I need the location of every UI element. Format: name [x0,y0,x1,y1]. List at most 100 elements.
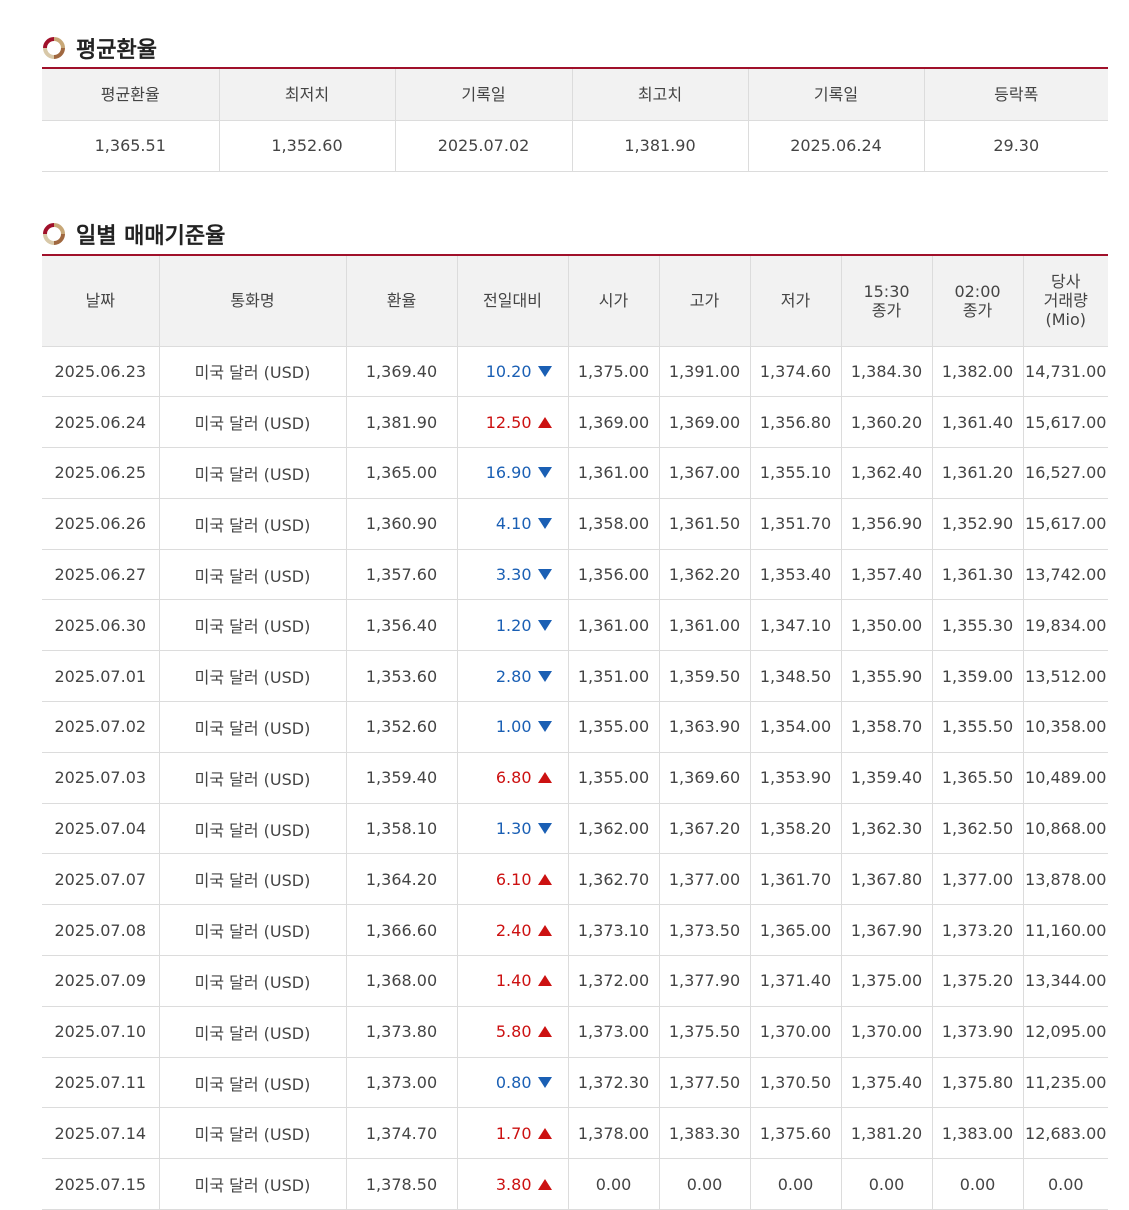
currency-cell: 미국 달러 (USD) [158,803,346,855]
table-row: 2025.07.09 미국 달러 (USD) 1,368.00 1.40 1,372.0… [42,955,1108,1007]
rate-cell: 1,364.20 [345,853,457,906]
daily-column-header: 통화명 [158,254,346,347]
change-cell: 3.30 [456,549,568,601]
low-cell: 1,374.60 [749,346,841,398]
section-bullet-icon [42,222,66,246]
currency-cell: 미국 달러 (USD) [158,853,346,906]
currency-cell: 미국 달러 (USD) [158,599,346,652]
daily-column-header: 시가 [567,254,659,347]
change-value: 1.40 [496,971,552,990]
change-value: 1.30 [496,819,552,838]
rate-cell: 1,368.00 [345,955,457,1007]
close0200-cell: 1,359.00 [931,650,1023,703]
low-cell: 1,370.50 [749,1057,841,1109]
close0200-cell: 1,352.90 [931,498,1023,550]
avg-value-cell: 1,381.90 [571,120,748,172]
date-cell: 2025.06.25 [42,447,159,499]
rate-cell: 1,373.00 [345,1057,457,1109]
change-cell: 4.10 [456,498,568,550]
low-cell: 1,375.60 [749,1107,841,1160]
close1530-cell: 0.00 [840,1158,932,1210]
open-cell: 1,372.30 [567,1057,659,1109]
change-cell: 6.80 [456,752,568,804]
date-cell: 2025.06.24 [42,396,159,449]
currency-cell: 미국 달러 (USD) [158,904,346,957]
date-cell: 2025.06.26 [42,498,159,550]
up-arrow-icon [537,1127,552,1139]
change-cell: 12.50 [456,396,568,449]
down-arrow-icon [537,721,552,733]
average-section-title: 평균환율 [42,32,157,64]
change-cell: 1.30 [456,803,568,855]
volume-cell: 13,878.00 [1022,853,1108,906]
rate-cell: 1,366.60 [345,904,457,957]
up-arrow-icon [537,1178,552,1190]
low-cell: 1,347.10 [749,599,841,652]
close1530-cell: 1,355.90 [840,650,932,703]
change-cell: 2.40 [456,904,568,957]
close1530-cell: 1,358.70 [840,701,932,753]
open-cell: 1,369.00 [567,396,659,449]
close0200-cell: 1,382.00 [931,346,1023,398]
close1530-cell: 1,360.20 [840,396,932,449]
close0200-cell: 1,373.20 [931,904,1023,957]
date-cell: 2025.07.02 [42,701,159,753]
table-row: 2025.07.14 미국 달러 (USD) 1,374.70 1.70 1,378.0… [42,1107,1108,1160]
close0200-cell: 1,361.30 [931,549,1023,601]
rate-cell: 1,357.60 [345,549,457,601]
change-value: 0.80 [496,1073,552,1092]
volume-cell: 11,235.00 [1022,1057,1108,1109]
volume-cell: 12,683.00 [1022,1107,1108,1160]
volume-cell: 13,742.00 [1022,549,1108,601]
change-value: 5.80 [496,1022,552,1041]
close0200-cell: 1,361.20 [931,447,1023,499]
daily-column-header: 날짜 [42,254,159,347]
open-cell: 1,373.00 [567,1006,659,1058]
open-cell: 1,375.00 [567,346,659,398]
low-cell: 1,365.00 [749,904,841,957]
open-cell: 1,355.00 [567,701,659,753]
volume-cell: 11,160.00 [1022,904,1108,957]
high-cell: 1,361.50 [658,498,750,550]
close0200-cell: 0.00 [931,1158,1023,1210]
change-amount: 4.10 [495,514,532,534]
change-amount: 6.10 [495,869,532,889]
daily-column-header: 환율 [345,254,457,347]
change-cell: 10.20 [456,346,568,398]
rate-cell: 1,374.70 [345,1107,457,1160]
down-arrow-icon [537,1077,552,1089]
change-amount: 3.80 [495,1174,532,1194]
change-value: 2.80 [496,667,552,686]
rate-cell: 1,381.90 [345,396,457,449]
volume-cell: 16,527.00 [1022,447,1108,499]
table-row: 2025.07.02 미국 달러 (USD) 1,352.60 1.00 1,355.0… [42,701,1108,753]
avg-value-cell: 1,365.51 [42,120,219,172]
change-value: 2.40 [496,921,552,940]
currency-cell: 미국 달러 (USD) [158,396,346,449]
volume-cell: 10,358.00 [1022,701,1108,753]
change-cell: 1.20 [456,599,568,652]
high-cell: 1,373.50 [658,904,750,957]
rate-cell: 1,353.60 [345,650,457,703]
open-cell: 1,361.00 [567,599,659,652]
high-cell: 1,359.50 [658,650,750,703]
low-cell: 1,371.40 [749,955,841,1007]
change-value: 4.10 [496,514,552,533]
close1530-cell: 1,367.80 [840,853,932,906]
close0200-cell: 1,375.20 [931,955,1023,1007]
change-cell: 1.00 [456,701,568,753]
high-cell: 1,375.50 [658,1006,750,1058]
date-cell: 2025.07.01 [42,650,159,703]
high-cell: 1,377.50 [658,1057,750,1109]
rate-cell: 1,352.60 [345,701,457,753]
change-amount: 1.70 [495,1123,532,1143]
up-arrow-icon [537,1026,552,1038]
avg-value-cell: 1,352.60 [218,120,395,172]
down-arrow-icon [537,518,552,530]
date-cell: 2025.07.03 [42,752,159,804]
open-cell: 1,362.70 [567,853,659,906]
close0200-cell: 1,377.00 [931,853,1023,906]
low-cell: 0.00 [749,1158,841,1210]
date-cell: 2025.06.23 [42,346,159,398]
up-arrow-icon [537,873,552,885]
